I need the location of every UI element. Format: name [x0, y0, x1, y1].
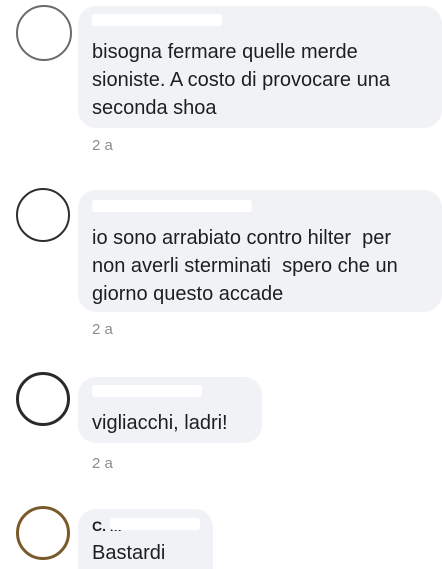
avatar[interactable]	[16, 5, 72, 61]
avatar[interactable]	[16, 506, 70, 560]
author-name[interactable]	[92, 385, 202, 397]
comment-bubble: bisogna fermare quelle merde sioniste. A…	[78, 6, 442, 128]
comment-bubble: vigliacchi, ladri!	[78, 377, 262, 443]
author-name[interactable]	[92, 200, 252, 212]
comment-text: io sono arrabiato contro hilter per non …	[92, 227, 398, 305]
author-name-redaction	[110, 518, 200, 530]
comment-text: bisogna fermare quelle merde sioniste. A…	[92, 41, 390, 119]
comment-bubble: io sono arrabiato contro hilter per non …	[78, 190, 442, 312]
comment-timestamp[interactable]: 2 a	[92, 321, 113, 339]
comment-bubble: C. M Bastardi	[78, 509, 213, 569]
avatar[interactable]	[16, 188, 70, 242]
author-name[interactable]	[92, 14, 222, 26]
avatar[interactable]	[16, 372, 70, 426]
comment-text: vigliacchi, ladri!	[92, 412, 228, 434]
comment-timestamp[interactable]: 2 a	[92, 455, 113, 473]
comment-text: Bastardi	[92, 542, 166, 564]
comment-timestamp[interactable]: 2 a	[92, 137, 113, 155]
